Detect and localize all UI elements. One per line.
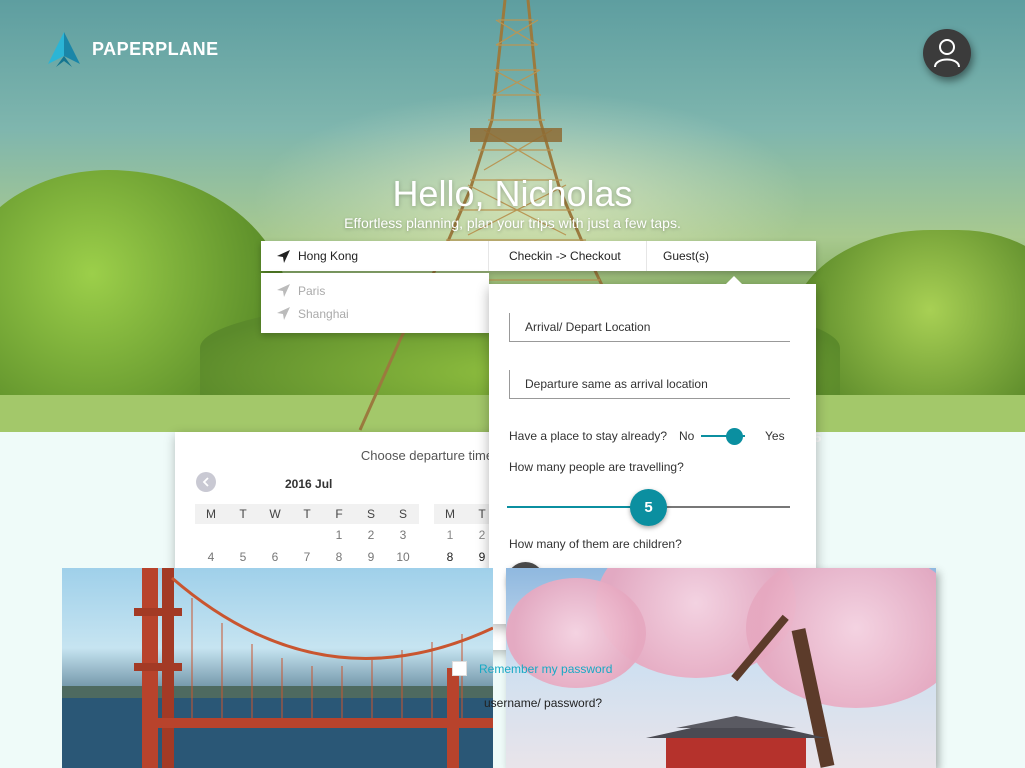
weekday-label: T <box>239 507 247 521</box>
guests-field[interactable]: Guest(s) <box>647 241 816 271</box>
calendar-day[interactable]: 8 <box>323 546 355 568</box>
calendar-day[interactable]: 7 <box>291 546 323 568</box>
calendar-day[interactable]: 5 <box>227 546 259 568</box>
stay-yes-label: Yes <box>765 429 785 443</box>
location-arrow-icon <box>277 284 290 297</box>
children-question: How many of them are children? <box>509 537 682 551</box>
stay-toggle-knob[interactable] <box>726 428 743 445</box>
remember-password-checkbox[interactable] <box>452 661 467 676</box>
previous-month-button[interactable] <box>196 472 216 492</box>
weekday-label: W <box>269 507 281 521</box>
calendar-week-row: 123 <box>195 524 419 546</box>
calendar-day[interactable]: 3 <box>387 524 419 546</box>
suggestion-item-paris[interactable]: Paris <box>261 279 489 302</box>
weekday-label: T <box>303 507 311 521</box>
destination-suggestions: Paris Shanghai <box>261 273 489 333</box>
bridge-illustration <box>62 568 493 768</box>
calendar-day[interactable]: 2 <box>355 524 387 546</box>
calendar-day[interactable]: 6 <box>259 546 291 568</box>
departure-location-label: Departure same as arrival location <box>525 377 708 391</box>
remember-password-row[interactable]: Remember my password <box>452 661 612 676</box>
calendar-day[interactable]: 9 <box>355 546 387 568</box>
weekday-label: M <box>445 507 455 521</box>
tagline: Effortless planning, plan your trips wit… <box>344 215 681 231</box>
stay-question: Have a place to stay already? <box>509 429 668 443</box>
people-slider-thumb[interactable]: 5 <box>630 489 667 526</box>
departure-location-field[interactable]: Departure same as arrival location <box>509 370 790 399</box>
suggestion-label: Shanghai <box>298 306 349 321</box>
location-arrow-icon <box>277 249 290 263</box>
arrival-location-label: Arrival/ Depart Location <box>525 320 651 334</box>
calendar-day-empty <box>195 524 227 546</box>
calendar-day-empty <box>291 524 323 546</box>
people-question: How many people are travelling? <box>509 460 684 474</box>
brand-name: PAPERPLANE <box>92 38 219 59</box>
calendar-day[interactable]: 1 <box>434 524 466 546</box>
guests-value: Guest(s) <box>663 249 710 263</box>
trip-search-bar: Hong Kong Checkin -> Checkout Guest(s) <box>261 241 816 271</box>
suggestion-item-shanghai[interactable]: Shanghai <box>261 302 489 325</box>
weekday-header: MTWTFSS <box>195 504 419 524</box>
calendar-day[interactable]: 4 <box>195 546 227 568</box>
arrival-location-field[interactable]: Arrival/ Depart Location <box>509 313 790 342</box>
forgot-credentials-link[interactable]: username/ password? <box>484 696 602 710</box>
weekday-label: M <box>206 507 216 521</box>
chevron-left-icon <box>202 477 209 487</box>
dates-value: Checkin -> Checkout <box>509 249 621 263</box>
calendar-day-empty <box>227 524 259 546</box>
calendar-day[interactable]: 1 <box>323 524 355 546</box>
location-arrow-icon <box>277 307 290 320</box>
golden-gate-photo[interactable] <box>62 568 493 768</box>
greeting-heading: Hello, Nicholas <box>392 173 633 214</box>
paper-plane-icon <box>48 32 80 67</box>
brand-logo[interactable]: PAPERPLANE <box>46 30 219 68</box>
stay-toggle-switch[interactable] <box>701 428 747 445</box>
calendar-week-row: 4 5 6 7 8 9 10 <box>195 546 419 568</box>
remember-password-label: Remember my password <box>479 661 613 676</box>
destination-field[interactable]: Hong Kong <box>261 241 489 271</box>
calendar-day[interactable]: 8 <box>434 546 466 568</box>
weekday-label: S <box>398 507 407 521</box>
suggestion-label: Paris <box>298 283 326 298</box>
people-slider[interactable]: 5 <box>507 487 790 527</box>
stay-no-label: No <box>679 429 695 443</box>
month-label: 2016 Jul <box>285 477 333 491</box>
stay-toggle-row: Have a place to stay already? No Yes <box>509 428 799 445</box>
weekday-label: S <box>366 507 375 521</box>
user-avatar-button[interactable] <box>923 29 971 77</box>
weekday-label: F <box>335 507 343 521</box>
user-icon <box>934 39 960 68</box>
dates-field[interactable]: Checkin -> Checkout <box>489 241 647 271</box>
destination-value: Hong Kong <box>298 249 359 263</box>
calendar-day[interactable]: 10 <box>387 546 419 568</box>
calendar-day-empty <box>259 524 291 546</box>
